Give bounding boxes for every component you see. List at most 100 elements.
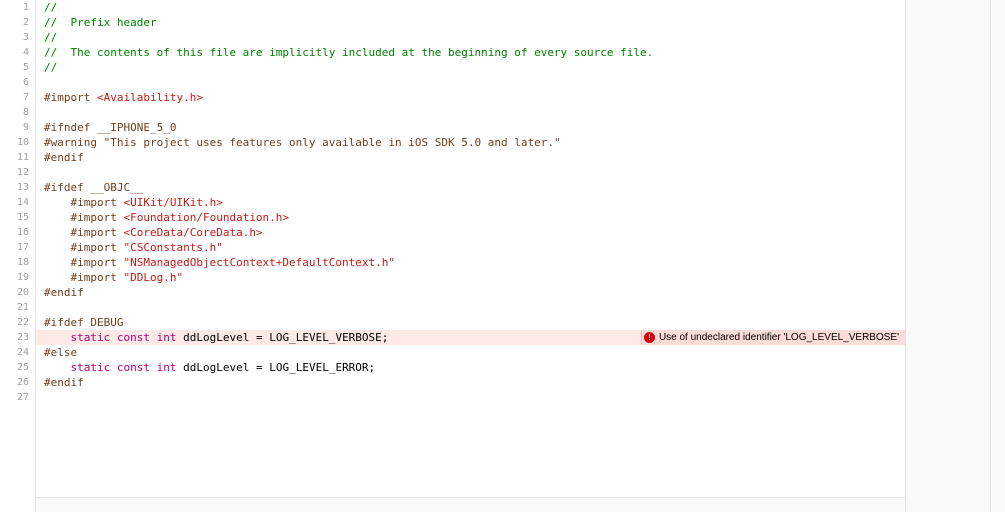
code-token: #import [71, 211, 124, 224]
code-line[interactable]: #endif [36, 375, 905, 390]
line-number: 14 [0, 195, 35, 210]
line-number: 8 [0, 105, 35, 120]
code-token: int [157, 331, 177, 344]
code-token [110, 331, 117, 344]
code-token [44, 211, 71, 224]
code-token: <UIKit/UIKit.h> [123, 196, 222, 209]
line-number: 9 [0, 120, 35, 135]
code-line[interactable]: // [36, 30, 905, 45]
line-number: 13 [0, 180, 35, 195]
code-token [44, 331, 71, 344]
code-token: // The contents of this file are implici… [44, 46, 653, 59]
code-token: // [44, 1, 57, 14]
code-line[interactable]: #warning "This project uses features onl… [36, 135, 905, 150]
line-number: 16 [0, 225, 35, 240]
line-number: 7 [0, 90, 35, 105]
code-token: const [117, 361, 150, 374]
code-line[interactable]: #ifndef __IPHONE_5_0 [36, 120, 905, 135]
line-number-gutter: 1234567891011121314151617181920212223242… [0, 0, 36, 512]
code-line[interactable]: static const int ddLogLevel = LOG_LEVEL_… [36, 330, 905, 345]
code-line[interactable]: #import <Foundation/Foundation.h> [36, 210, 905, 225]
code-token: // Prefix header [44, 16, 157, 29]
code-line[interactable] [36, 300, 905, 315]
code-token: <Foundation/Foundation.h> [123, 211, 289, 224]
code-line[interactable] [36, 390, 905, 405]
code-token: #import [71, 196, 124, 209]
code-token: #ifdef [44, 316, 90, 329]
code-line[interactable]: // The contents of this file are implici… [36, 45, 905, 60]
line-number: 12 [0, 165, 35, 180]
line-number: 19 [0, 270, 35, 285]
line-number: 21 [0, 300, 35, 315]
code-token: // [44, 31, 57, 44]
code-token: static [71, 331, 111, 344]
line-number: 2 [0, 15, 35, 30]
code-token: #import [71, 241, 124, 254]
code-token: #ifndef [44, 121, 97, 134]
code-token [44, 196, 71, 209]
code-line[interactable]: #endif [36, 285, 905, 300]
code-token: #endif [44, 151, 84, 164]
line-number: 4 [0, 45, 35, 60]
code-token: "CSConstants.h" [123, 241, 222, 254]
code-line[interactable]: #endif [36, 150, 905, 165]
code-token: #else [44, 346, 77, 359]
code-token: "This project uses features only availab… [104, 136, 561, 149]
vertical-scrollbar[interactable] [990, 0, 1005, 512]
line-number: 3 [0, 30, 35, 45]
code-token: DEBUG [90, 316, 123, 329]
code-token: #import [71, 271, 124, 284]
code-token: #endif [44, 376, 84, 389]
line-number: 10 [0, 135, 35, 150]
horizontal-scrollbar[interactable] [36, 497, 905, 512]
line-number: 27 [0, 390, 35, 405]
code-line[interactable] [36, 105, 905, 120]
code-line[interactable] [36, 75, 905, 90]
code-token [44, 226, 71, 239]
code-token [110, 361, 117, 374]
code-token: #import [44, 91, 97, 104]
code-token: const [117, 331, 150, 344]
code-line[interactable]: #import "NSManagedObjectContext+DefaultC… [36, 255, 905, 270]
code-line[interactable]: #import <CoreData/CoreData.h> [36, 225, 905, 240]
inline-error-badge[interactable]: ! Use of undeclared identifier 'LOG_LEVEL… [641, 330, 905, 345]
line-number: 11 [0, 150, 35, 165]
code-area[interactable]: //// Prefix header//// The contents of t… [36, 0, 905, 512]
code-line[interactable]: // Prefix header [36, 15, 905, 30]
line-number: 17 [0, 240, 35, 255]
code-line[interactable]: #import <Availability.h> [36, 90, 905, 105]
code-token: #ifdef [44, 181, 90, 194]
code-line[interactable]: #ifdef DEBUG [36, 315, 905, 330]
line-number: 18 [0, 255, 35, 270]
code-line[interactable]: #import "DDLog.h" [36, 270, 905, 285]
code-token: #import [71, 256, 124, 269]
code-token [44, 271, 71, 284]
line-number: 20 [0, 285, 35, 300]
line-number: 1 [0, 0, 35, 15]
code-line[interactable]: #import <UIKit/UIKit.h> [36, 195, 905, 210]
code-token: #import [71, 226, 124, 239]
code-line[interactable]: #else [36, 345, 905, 360]
error-message: Use of undeclared identifier 'LOG_LEVEL_… [659, 330, 899, 345]
error-icon: ! [644, 332, 655, 343]
code-line[interactable]: #import "CSConstants.h" [36, 240, 905, 255]
code-token [44, 361, 71, 374]
code-line[interactable] [36, 165, 905, 180]
code-line[interactable]: // [36, 0, 905, 15]
code-line[interactable]: static const int ddLogLevel = LOG_LEVEL_… [36, 360, 905, 375]
code-token [44, 241, 71, 254]
code-token: "DDLog.h" [123, 271, 183, 284]
code-line[interactable]: #ifdef __OBJC__ [36, 180, 905, 195]
code-editor[interactable]: 1234567891011121314151617181920212223242… [0, 0, 905, 512]
code-token: <Availability.h> [97, 91, 203, 104]
line-number: 22 [0, 315, 35, 330]
code-token: int [157, 361, 177, 374]
line-number: 26 [0, 375, 35, 390]
right-rail [905, 0, 990, 512]
code-token: __IPHONE_5_0 [97, 121, 176, 134]
code-token: __OBJC__ [90, 181, 143, 194]
code-token [150, 361, 157, 374]
code-token: <CoreData/CoreData.h> [123, 226, 262, 239]
code-line[interactable]: // [36, 60, 905, 75]
code-token [44, 256, 71, 269]
